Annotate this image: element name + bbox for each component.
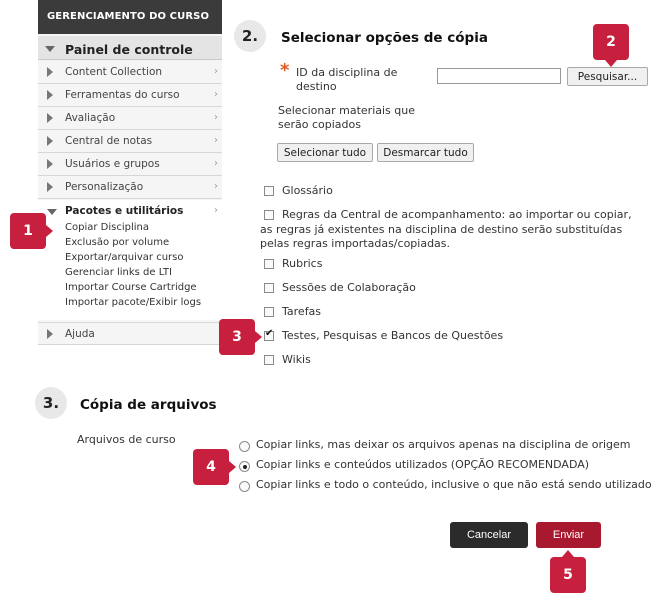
deselect-all-button[interactable]: Desmarcar tudo: [377, 143, 474, 162]
sidebar-item-evaluation[interactable]: Avaliação ›: [38, 107, 222, 130]
link-copy-course[interactable]: Copiar Disciplina: [65, 222, 149, 233]
expand-right-icon: [47, 90, 53, 100]
control-panel-heading[interactable]: Painel de controle: [38, 36, 222, 60]
sidebar-item-label: Central de notas: [65, 135, 153, 147]
submit-button[interactable]: Enviar: [536, 522, 601, 548]
sidebar-item-label: Avaliação: [65, 112, 116, 124]
chevron-right-icon: ›: [214, 158, 218, 169]
link-manage-lti[interactable]: Gerenciar links de LTI: [65, 267, 172, 278]
checkbox-tests-surveys-pools[interactable]: [264, 328, 274, 341]
sidebar-item-course-tools[interactable]: Ferramentas do curso ›: [38, 84, 222, 107]
materials-label: Selecionar materiais que serão copiados: [278, 104, 416, 131]
search-button[interactable]: Pesquisar...: [567, 67, 648, 86]
checkbox-collaboration-sessions[interactable]: [264, 283, 274, 293]
radio-label-copy-links-used-content: Copiar links e conteúdos utilizados (OPÇ…: [256, 458, 590, 471]
link-import-package-logs[interactable]: Importar pacote/Exibir logs: [65, 297, 201, 308]
select-all-button[interactable]: Selecionar tudo: [277, 143, 373, 162]
sidebar-item-label: Personalização: [65, 181, 144, 193]
expand-down-icon: [47, 209, 57, 215]
chevron-right-icon: ›: [214, 66, 218, 77]
chevron-right-icon: ›: [214, 89, 218, 100]
sidebar-header: GERENCIAMENTO DO CURSO: [38, 0, 222, 34]
sidebar-item-label: Ajuda: [65, 328, 95, 340]
course-files-label: Arquivos de curso: [77, 433, 176, 446]
tracking-rules-description: as regras já existentes na disciplina de…: [260, 223, 623, 250]
course-management-sidebar: GERENCIAMENTO DO CURSO Painel de control…: [38, 0, 222, 345]
expand-right-icon: [47, 329, 53, 339]
checkbox-wikis[interactable]: [264, 355, 274, 365]
link-export-archive[interactable]: Exportar/arquivar curso: [65, 252, 183, 263]
link-bulk-delete[interactable]: Exclusão por volume: [65, 237, 169, 248]
expand-right-icon: [47, 136, 53, 146]
chevron-right-icon: ›: [214, 135, 218, 146]
radio-copy-all-content[interactable]: [239, 481, 250, 492]
checkbox-label-tracking-rules: Regras da Central de acompanhamento: ao …: [282, 208, 632, 221]
checkbox-label-tests-surveys-pools: Testes, Pesquisas e Bancos de Questões: [282, 329, 504, 342]
section-title-file-copy: Cópia de arquivos: [80, 397, 217, 413]
radio-copy-links-only[interactable]: [239, 441, 250, 452]
packages-utilities-heading[interactable]: Pacotes e utilitários: [65, 205, 183, 217]
expand-down-icon: [45, 46, 55, 52]
expand-right-icon: [47, 159, 53, 169]
link-import-cartridge[interactable]: Importar Course Cartridge: [65, 282, 197, 293]
sidebar-item-content-collection[interactable]: Content Collection ›: [38, 61, 222, 84]
callout-badge-2: 2: [593, 24, 629, 67]
checkbox-glossary[interactable]: [264, 186, 274, 196]
step-number-2: 2.: [234, 20, 266, 52]
checkbox-label-rubrics: Rubrics: [282, 257, 323, 270]
sidebar-item-help[interactable]: Ajuda: [38, 322, 222, 345]
destination-id-input[interactable]: [437, 68, 561, 84]
destination-id-label: ID da disciplina de destino: [296, 66, 398, 93]
checkbox-tracking-rules[interactable]: [264, 210, 274, 220]
callout-badge-4: 4: [193, 449, 236, 485]
sidebar-item-label: Usuários e grupos: [65, 158, 160, 170]
radio-copy-links-used-content[interactable]: [239, 461, 250, 472]
checkbox-label-collaboration-sessions: Sessões de Colaboração: [282, 281, 416, 294]
sidebar-item-grade-center[interactable]: Central de notas ›: [38, 130, 222, 153]
callout-badge-5: 5: [550, 550, 586, 593]
radio-label-copy-links-only: Copiar links, mas deixar os arquivos ape…: [256, 438, 631, 451]
checkbox-assignments[interactable]: [264, 307, 274, 317]
radio-label-copy-all-content: Copiar links e todo o conteúdo, inclusiv…: [256, 478, 652, 491]
callout-badge-1: 1: [10, 213, 53, 249]
checkbox-label-glossary: Glossário: [282, 184, 333, 197]
expand-right-icon: [47, 67, 53, 77]
control-panel-label: Painel de controle: [65, 42, 193, 57]
sidebar-item-users-groups[interactable]: Usuários e grupos ›: [38, 153, 222, 176]
expand-right-icon: [47, 113, 53, 123]
packages-utilities-section: Pacotes e utilitários › Copiar Disciplin…: [38, 200, 222, 320]
checkbox-label-assignments: Tarefas: [282, 305, 322, 318]
callout-badge-3: 3: [219, 319, 262, 355]
checkbox-rubrics[interactable]: [264, 259, 274, 269]
sidebar-item-label: Ferramentas do curso: [65, 89, 180, 101]
checkbox-label-wikis: Wikis: [282, 353, 311, 366]
sidebar-item-customization[interactable]: Personalização ›: [38, 176, 222, 199]
expand-right-icon: [47, 182, 53, 192]
chevron-right-icon: ›: [214, 112, 218, 123]
section-title-copy-options: Selecionar opções de cópia: [281, 30, 488, 46]
cancel-button[interactable]: Cancelar: [450, 522, 528, 548]
chevron-right-icon: ›: [214, 181, 218, 192]
chevron-right-icon: ›: [214, 205, 218, 216]
step-number-3: 3.: [35, 387, 67, 419]
required-asterisk-icon: *: [280, 60, 290, 81]
sidebar-item-label: Content Collection: [65, 66, 163, 78]
